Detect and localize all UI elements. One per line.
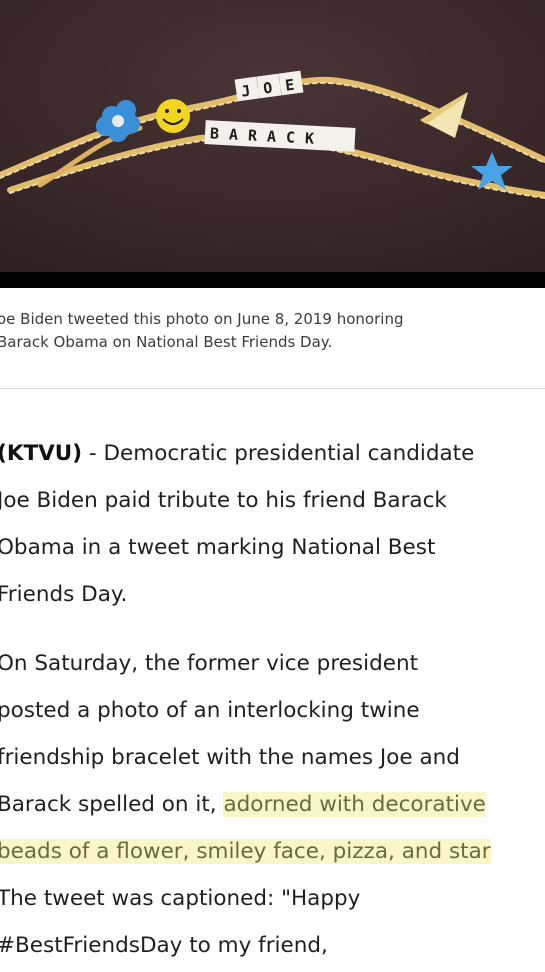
caption-line-2: Barack Obama on National Best Friends Da… [0, 333, 333, 351]
article-p2-line-6: The tweet was captioned: "Happy [0, 886, 361, 911]
article-p2-line-4-plain: Barack spelled on it, [0, 792, 224, 817]
highlighted-text: beads of a flower, smiley face, pizza, a… [0, 839, 491, 864]
article-p1-line-4: Friends Day. [0, 582, 128, 607]
article-paragraph-1: (KTVU) - Democratic presidential candida… [0, 430, 545, 618]
article-p2-line-5: beads of a flower, smiley face, pizza, a… [0, 828, 545, 875]
photo-caption: oe Biden tweeted this photo on June 8, 2… [0, 308, 537, 354]
article-p2-line-3: friendship bracelet with the names Joe a… [0, 745, 460, 770]
article-p1-line-1: (KTVU) - Democratic presidential candida… [0, 430, 545, 477]
article-p2-line-7: #BestFriendsDay to my friend, [0, 933, 328, 958]
caption-line-1: oe Biden tweeted this photo on June 8, 2… [0, 310, 404, 328]
highlighted-text: adorned with decorative [223, 792, 486, 817]
article-p1-line-1-rest: - Democratic presidential candidate [82, 441, 475, 466]
article-p2-line-4: Barack spelled on it, adorned with decor… [0, 781, 545, 828]
article-p1-line-2: Joe Biden paid tribute to his friend Bar… [0, 488, 447, 513]
article-p2-line-1: On Saturday, the former vice president [0, 651, 419, 676]
smiley-bead-icon [156, 99, 190, 133]
caption-divider [0, 388, 545, 389]
bracelet-illustration: J O E BARACK [0, 0, 545, 272]
article-paragraph-2: On Saturday, the former vice president p… [0, 640, 545, 969]
bracelet-photo: J O E BARACK [0, 0, 545, 272]
photo-bottom-band [0, 272, 545, 288]
article-p2-line-2: posted a photo of an interlocking twine [0, 698, 420, 723]
source-label: (KTVU) [0, 441, 83, 466]
article-p1-line-3: Obama in a tweet marking National Best [0, 535, 436, 560]
